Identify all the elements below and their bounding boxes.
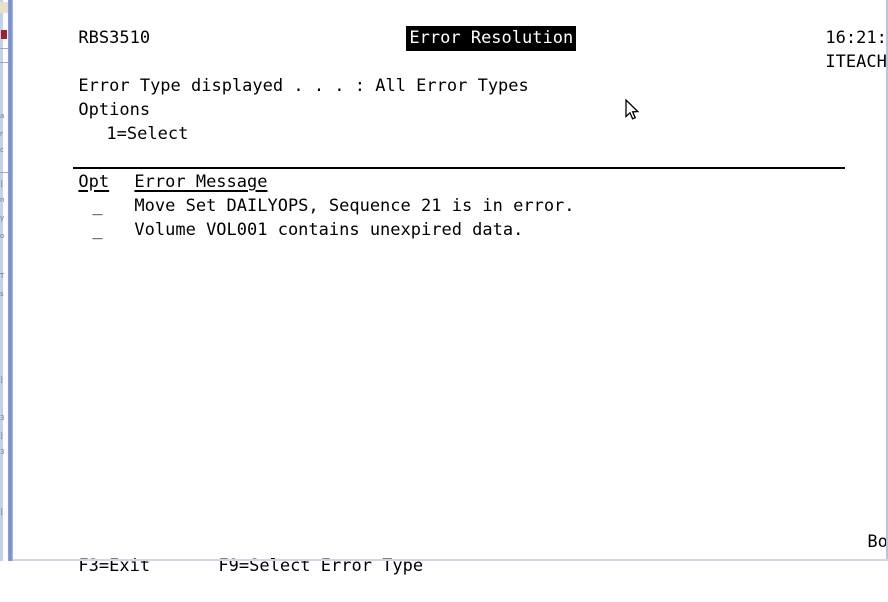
screen-title-wrap: Error Resolution [345,2,577,51]
background-window-text-fragment: c [0,146,4,154]
options-item-row: 1=Select [45,98,188,144]
background-window-red-marker [1,30,7,39]
background-window-text-fragment: y [0,214,5,222]
background-window-text-fragment: n [0,196,5,204]
background-window-divider [0,48,8,49]
background-window-text-fragment: ] [0,180,3,188]
column-header-rule [73,167,845,169]
options-heading-row: Options [17,74,150,120]
system-name: ITEACH [825,52,887,72]
terminal-canvas[interactable]: RBS3510 Error Resolution 16:21:33 ITEACH… [13,0,888,576]
background-window-text-fragment: a [0,112,5,120]
option-item-select: 1=Select [106,124,189,144]
error-type-prompt-row: Error Type displayed . . . : All Error T… [17,50,528,96]
function-key-legend-f3[interactable]: F3=Exit [17,530,150,576]
function-key-legend-f9[interactable]: F9=Select Error Type [157,530,423,576]
background-window-text-fragment: ] [0,376,3,384]
background-window-text-fragment: s [0,290,4,298]
background-window-text-fragment: 3 [0,448,5,456]
background-window-text-fragment: o [0,232,5,240]
position-indicator: Bottom [867,532,888,552]
table-row[interactable]: Move Set DAILYOPS, Sequence 21 is in err… [73,170,574,216]
header-time-wrap: 16:21:33 [764,2,888,48]
terminal-screen: a r c ] n y o T s ] 3 ] 3 ] RBS3510 Erro… [0,0,888,576]
page-title: Error Resolution [406,26,577,51]
table-row[interactable]: Volume VOL001 contains unexpired data. [73,194,523,240]
background-window-divider [0,172,8,173]
background-window-text-fragment: ] [0,508,3,516]
background-window-text-fragment: 3 [0,414,5,422]
background-window-sliver[interactable]: a r c ] n y o T s ] 3 ] 3 ] [0,0,13,561]
background-window-text-fragment: r [0,130,3,138]
error-message-text: Volume VOL001 contains unexpired data. [134,220,524,240]
background-window-text-fragment: T [0,272,5,280]
program-id: RBS3510 [78,28,151,48]
background-window-divider [0,62,8,63]
background-window-inner-edge [0,0,3,561]
background-window-text-fragment: ] [0,432,3,440]
header-row-2: ITEACH [764,26,886,72]
position-indicator-wrap: Bottom [806,506,888,552]
header-row-1: RBS3510 [17,2,150,48]
background-window-tab [0,2,8,13]
